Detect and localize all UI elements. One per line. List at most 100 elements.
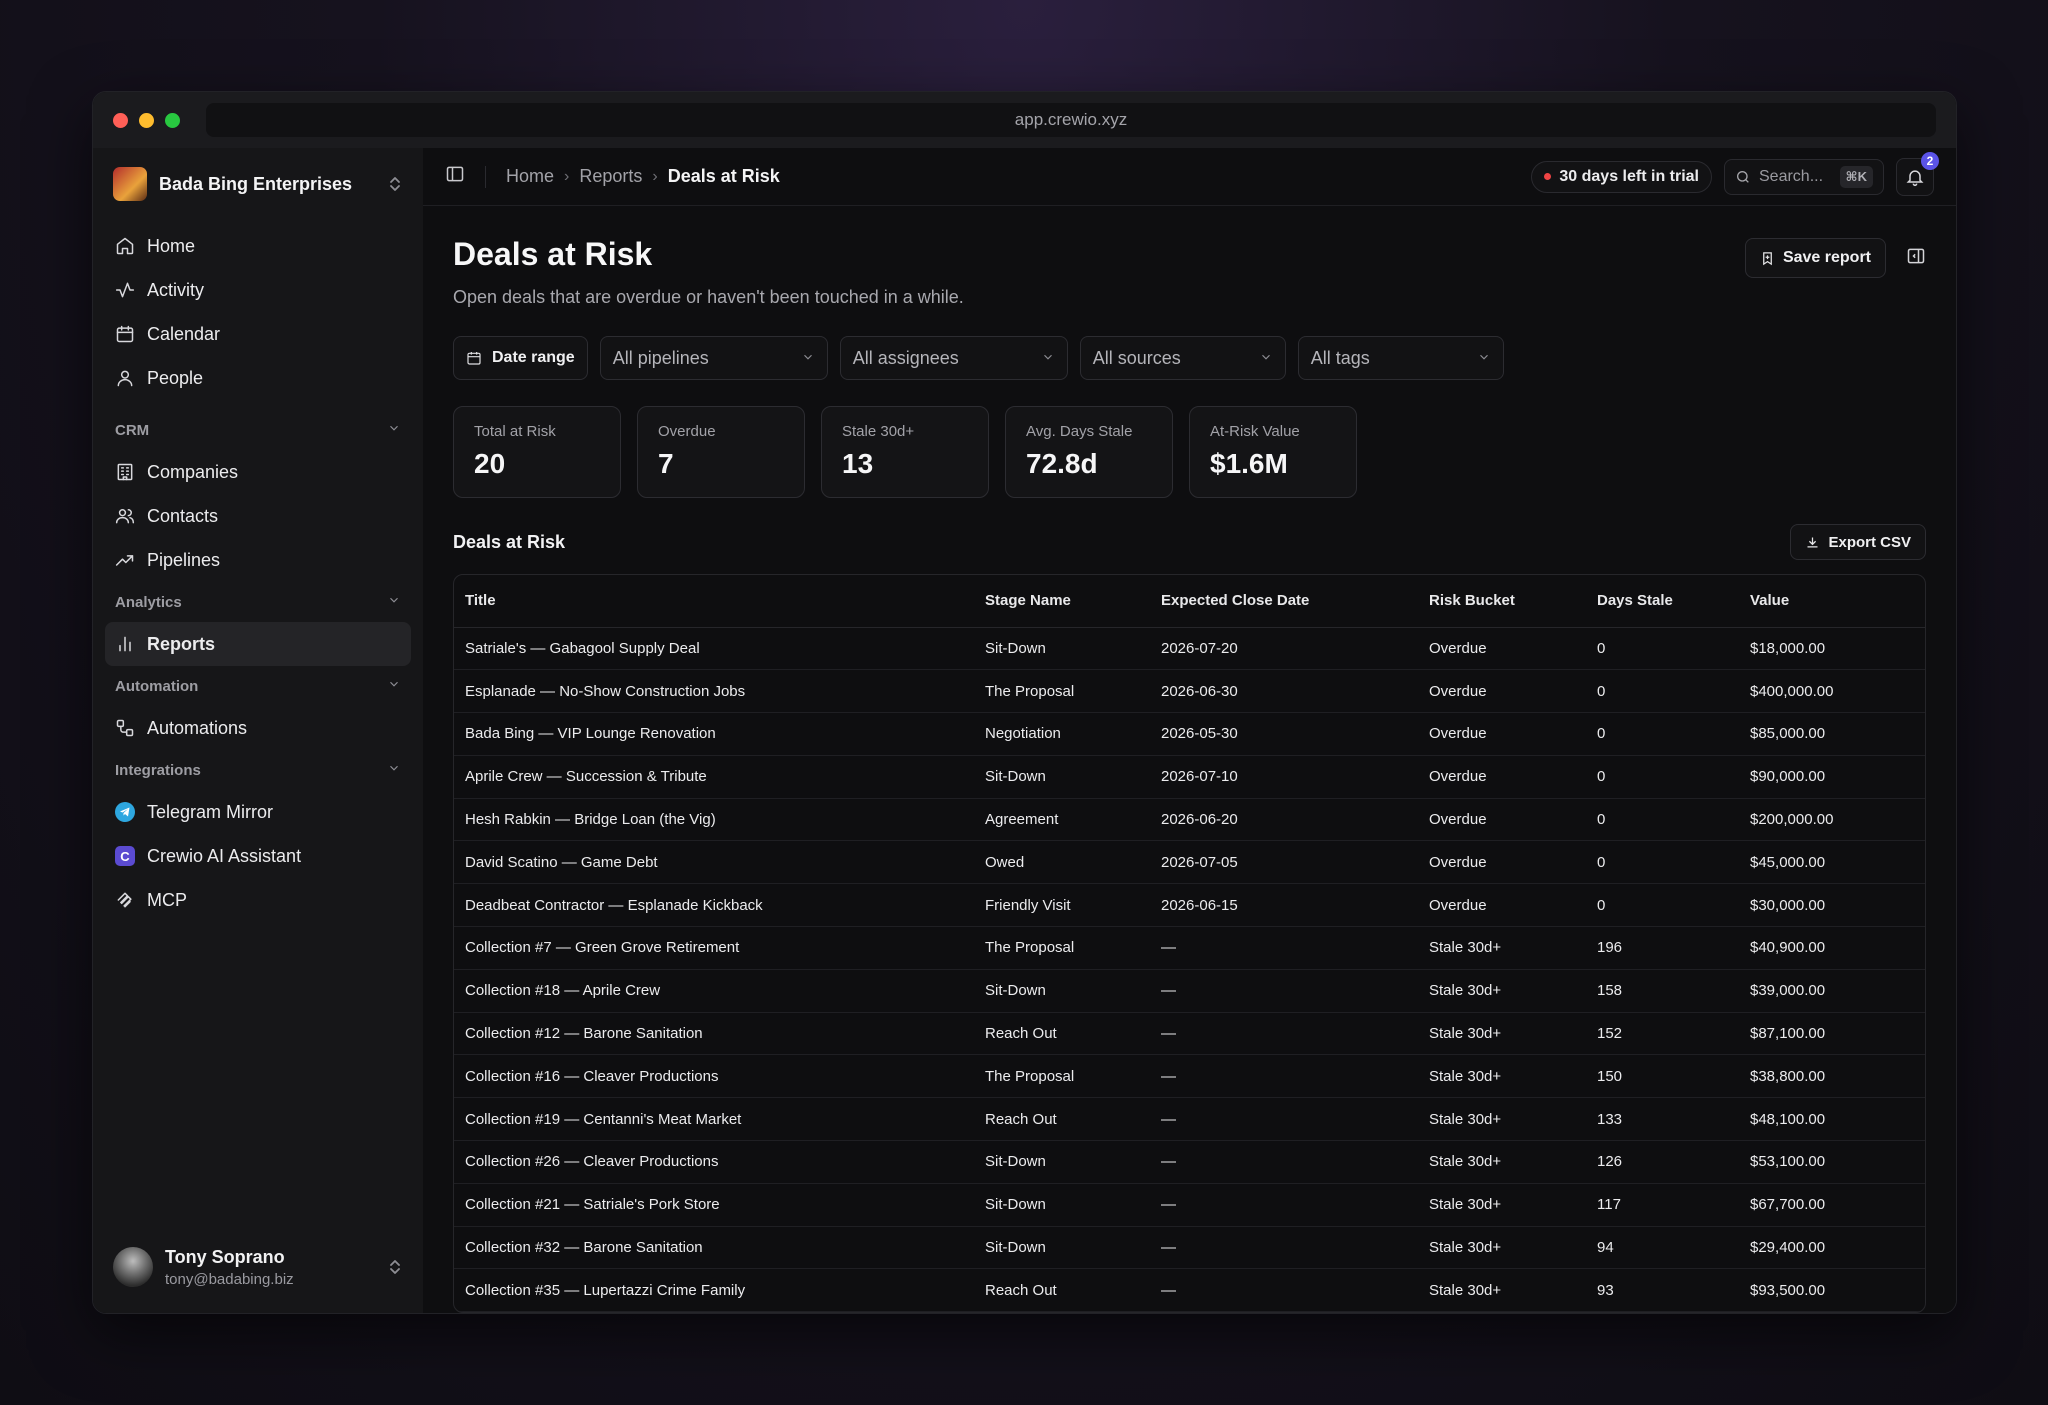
cell-stage: Sit-Down [974, 627, 1150, 671]
column-header-stage[interactable]: Stage Name [974, 575, 1150, 628]
chevron-down-icon [387, 421, 401, 439]
table-row[interactable]: Collection #16 — Cleaver Productions The … [454, 1054, 1925, 1099]
table-row[interactable]: Collection #18 — Aprile Crew Sit-Down — Sta… [454, 969, 1925, 1013]
sidebar-section-analytics[interactable]: Analytics [105, 582, 411, 622]
column-header-close-date[interactable]: Expected Close Date [1150, 575, 1418, 628]
cell-close-date: — [1150, 969, 1418, 1013]
sidebar-item-home[interactable]: Home [105, 224, 411, 268]
table-row[interactable]: Collection #32 — Barone Sanitation Sit-Do… [454, 1226, 1925, 1270]
export-csv-button[interactable]: Export CSV [1790, 524, 1926, 560]
maximize-window-button[interactable] [165, 112, 180, 128]
cell-stage: Sit-Down [974, 1140, 1150, 1184]
minimize-window-button[interactable] [139, 112, 154, 128]
cell-risk-bucket: Overdue [1418, 669, 1586, 714]
sidebar-section-integrations[interactable]: Integrations [105, 750, 411, 790]
user-menu[interactable]: Tony Soprano tony@badabing.biz [105, 1235, 411, 1299]
sidebar-item-people[interactable]: People [105, 356, 411, 400]
pipelines-select[interactable]: All pipelines [599, 336, 828, 380]
page-header: Deals at Risk Open deals that are overdu… [453, 236, 1926, 308]
cell-stage: Sit-Down [974, 755, 1150, 799]
column-header-risk-bucket[interactable]: Risk Bucket [1418, 575, 1586, 628]
sidebar-item-automations[interactable]: Automations [105, 706, 411, 750]
table-row[interactable]: Esplanade — No-Show Construction Jobs The… [454, 669, 1925, 714]
column-header-value[interactable]: Value [1739, 575, 1925, 628]
person-icon [115, 368, 135, 388]
sidebar-section-automation[interactable]: Automation [105, 666, 411, 706]
cell-title: Collection #21 — Satriale's Pork Store [454, 1183, 974, 1227]
table-row[interactable]: Satriale's — Gabagool Supply Deal Sit-Dow… [454, 627, 1925, 671]
cell-risk-bucket: Overdue [1418, 798, 1586, 842]
search-placeholder: Search... [1759, 167, 1824, 185]
stat-label: Stale 30d+ [842, 423, 915, 440]
cell-risk-bucket: Stale 30d+ [1418, 1268, 1586, 1313]
stat-card-overdue: Overdue 7 [637, 406, 805, 498]
table-row[interactable]: Collection #21 — Satriale's Pork Store Si… [454, 1183, 1925, 1227]
cell-risk-bucket: Stale 30d+ [1418, 1140, 1586, 1184]
assignees-select[interactable]: All assignees [839, 336, 1068, 380]
table-row[interactable]: Collection #19 — Centanni's Meat Market R… [454, 1097, 1925, 1142]
table-row[interactable]: Collection #12 — Barone Sanitation Reach … [454, 1012, 1925, 1056]
close-window-button[interactable] [113, 112, 128, 128]
cell-days-stale: 93 [1586, 1268, 1739, 1313]
tags-select[interactable]: All tags [1297, 336, 1504, 380]
cell-stage: Reach Out [974, 1012, 1150, 1056]
column-header-title[interactable]: Title [454, 575, 974, 628]
sidebar-item-mcp[interactable]: MCP [105, 878, 411, 922]
crewio-logo-icon: C [115, 846, 135, 866]
tags-value: All tags [1310, 347, 1370, 368]
chevron-down-icon [1041, 348, 1055, 369]
chevron-up-down-icon [387, 175, 403, 193]
breadcrumb-reports[interactable]: Reports [579, 166, 642, 187]
table-row[interactable]: Hesh Rabkin — Bridge Loan (the Vig) Agree… [454, 798, 1925, 842]
sidebar-item-activity[interactable]: Activity [105, 268, 411, 312]
sidebar-item-reports[interactable]: Reports [105, 622, 411, 666]
chevron-down-icon [1259, 348, 1273, 369]
table-row[interactable]: Bada Bing — VIP Lounge Renovation Negotia… [454, 712, 1925, 756]
cell-days-stale: 133 [1586, 1097, 1739, 1142]
org-switcher[interactable]: Bada Bing Enterprises [105, 148, 411, 220]
cell-close-date: — [1150, 1226, 1418, 1270]
cell-value: $85,000.00 [1739, 712, 1925, 756]
table-row[interactable]: David Scatino — Game Debt Owed 2026-07-05 O… [454, 840, 1925, 885]
sidebar-toggle-icon[interactable] [445, 164, 465, 189]
chevron-down-icon [1477, 348, 1491, 369]
search-input[interactable]: Search... ⌘K [1724, 158, 1884, 195]
breadcrumb-home[interactable]: Home [506, 166, 554, 187]
export-csv-label: Export CSV [1828, 533, 1911, 551]
panel-right-icon[interactable] [1906, 246, 1926, 271]
cell-stage: Sit-Down [974, 1226, 1150, 1270]
page-subtitle: Open deals that are overdue or haven't b… [453, 287, 964, 307]
notifications-button[interactable]: 2 [1896, 151, 1939, 196]
breadcrumb-current: Deals at Risk [667, 166, 780, 186]
table-row[interactable]: Collection #26 — Cleaver Productions Sit-… [454, 1140, 1925, 1184]
sidebar-item-crewio-ai-assistant[interactable]: C Crewio AI Assistant [105, 834, 411, 878]
sidebar-item-calendar[interactable]: Calendar [105, 312, 411, 356]
cell-value: $67,700.00 [1739, 1183, 1925, 1227]
sources-select[interactable]: All sources [1079, 336, 1286, 380]
sidebar-item-telegram-mirror[interactable]: Telegram Mirror [105, 790, 411, 834]
sidebar-item-contacts[interactable]: Contacts [105, 494, 411, 538]
table-row[interactable]: Aprile Crew — Succession & Tribute Sit-Do… [454, 755, 1925, 799]
save-report-button[interactable]: Save report [1744, 238, 1886, 278]
sidebar-item-companies[interactable]: Companies [105, 450, 411, 494]
sidebar-item-label: Activity [147, 279, 205, 300]
table-title: Deals at Risk [453, 531, 566, 552]
sidebar: Bada Bing Enterprises Home Activity Cale… [93, 148, 423, 1313]
address-bar[interactable]: app.crewio.xyz [206, 103, 1936, 137]
sidebar-section-crm[interactable]: CRM [105, 410, 411, 450]
pipelines-value: All pipelines [612, 347, 709, 368]
bell-icon [1906, 169, 1924, 186]
sidebar-item-pipelines[interactable]: Pipelines [105, 538, 411, 582]
cell-close-date: 2026-07-10 [1150, 755, 1418, 799]
trial-badge[interactable]: 30 days left in trial [1531, 160, 1712, 193]
table-row[interactable]: Collection #7 — Green Grove Retirement Th… [454, 926, 1925, 970]
table-row[interactable]: Deadbeat Contractor — Esplanade Kickback… [454, 883, 1925, 928]
table-row[interactable]: Collection #35 — Lupertazzi Crime Family… [454, 1268, 1925, 1313]
date-range-filter[interactable]: Date range [453, 336, 588, 380]
filter-bar: Date range All pipelines All assignees A… [453, 336, 1926, 380]
column-header-days-stale[interactable]: Days Stale [1586, 575, 1739, 628]
cell-days-stale: 0 [1586, 798, 1739, 842]
cell-close-date: — [1150, 1012, 1418, 1056]
cell-value: $48,100.00 [1739, 1097, 1925, 1142]
cell-days-stale: 126 [1586, 1140, 1739, 1184]
